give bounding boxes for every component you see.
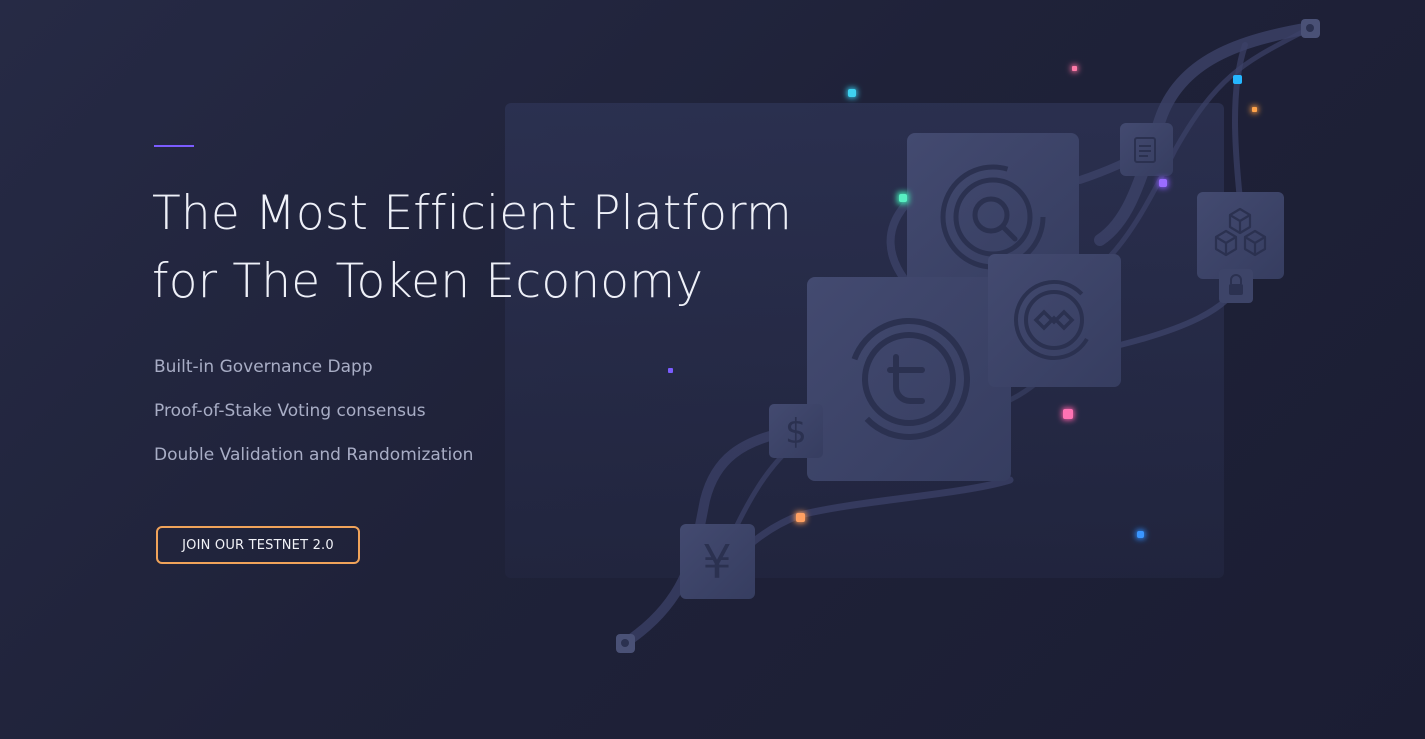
feature-item-double-validation: Double Validation and Randomization [154, 445, 474, 465]
feature-list: Built-in Governance Dapp Proof-of-Stake … [154, 352, 473, 484]
join-testnet-button[interactable]: JOIN OUR TESTNET 2.0 [156, 526, 360, 564]
headline-line-2: for The Token Economy [152, 254, 704, 309]
tile-infinity-coin [988, 254, 1121, 387]
headline-line-1: The Most Efficient Platform [152, 186, 792, 241]
feature-item-pos-voting: Proof-of-Stake Voting consensus [154, 401, 426, 421]
dollar-icon: $ [785, 412, 807, 452]
hero-section: $ ¥ The Most Efficient Platform for The … [0, 0, 1425, 739]
accent-line [154, 145, 194, 147]
tile-dollar: $ [769, 404, 823, 458]
feature-item-governance: Built-in Governance Dapp [154, 357, 373, 377]
tile-yen: ¥ [680, 524, 755, 599]
hero-headline: The Most Efficient Platform for The Toke… [152, 180, 912, 316]
tile-blocks [1197, 192, 1284, 279]
tile-document [1120, 123, 1173, 176]
tile-lock [1219, 269, 1253, 303]
yen-icon: ¥ [702, 535, 731, 589]
